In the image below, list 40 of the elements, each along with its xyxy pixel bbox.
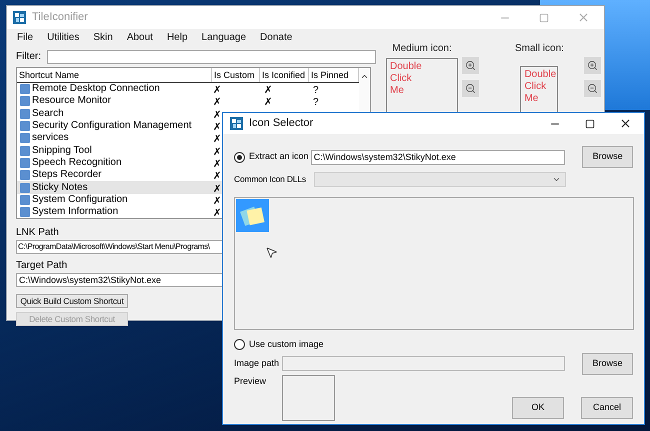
table-cell: System Configuration bbox=[32, 194, 128, 206]
field-label: Target Path bbox=[16, 259, 68, 273]
table-cell: ✗ bbox=[213, 85, 221, 96]
table-cell: ✗ bbox=[213, 134, 221, 146]
table-cell: ✗ bbox=[213, 110, 221, 121]
table-cell: Snipping Tool bbox=[32, 144, 92, 157]
table-cell: Speech Recognition bbox=[32, 156, 122, 169]
table-cell: Sticky Notes bbox=[32, 182, 88, 194]
table-cell: ? bbox=[313, 97, 319, 108]
table-cell: Security Configuration Management bbox=[32, 120, 192, 132]
preview-label: Preview bbox=[234, 374, 268, 388]
window-title: TileIconifier bbox=[32, 10, 88, 26]
table-cell: ✗ bbox=[213, 122, 221, 134]
table-cell: Resource Monitor bbox=[32, 95, 111, 108]
table-cell: ? bbox=[313, 85, 319, 96]
table-cell: ✗ bbox=[213, 97, 221, 108]
preview-text: Click bbox=[524, 81, 548, 93]
image-path-label: Image path bbox=[234, 356, 280, 370]
field-label: LNK Path bbox=[16, 226, 60, 240]
preview-text: Click bbox=[390, 73, 413, 85]
table-cell: ✗ bbox=[264, 85, 272, 96]
icon-label: Medium icon: bbox=[392, 42, 452, 56]
table-cell: System Information bbox=[32, 206, 118, 218]
table-cell: Remote Desktop Connection bbox=[32, 83, 160, 96]
filter-label: Filter: bbox=[16, 50, 41, 64]
preview-text: Me bbox=[390, 85, 405, 97]
table-cell: ✗ bbox=[213, 146, 221, 158]
preview-text: Me bbox=[524, 93, 540, 105]
table-cell: ✗ bbox=[213, 208, 221, 218]
table-cell: ✗ bbox=[213, 196, 221, 207]
table-cell: Search bbox=[32, 108, 64, 120]
preview-text: Double bbox=[390, 61, 423, 73]
table-cell: ✗ bbox=[213, 184, 221, 195]
preview-text: Double bbox=[524, 69, 554, 81]
table-cell: services bbox=[32, 132, 69, 144]
table-cell: ✗ bbox=[213, 158, 221, 170]
table-cell: ✗ bbox=[213, 171, 221, 182]
table-cell: Steps Recorder bbox=[32, 169, 102, 182]
table-cell: ✗ bbox=[264, 97, 272, 108]
icon-label: Small icon: bbox=[515, 42, 564, 56]
